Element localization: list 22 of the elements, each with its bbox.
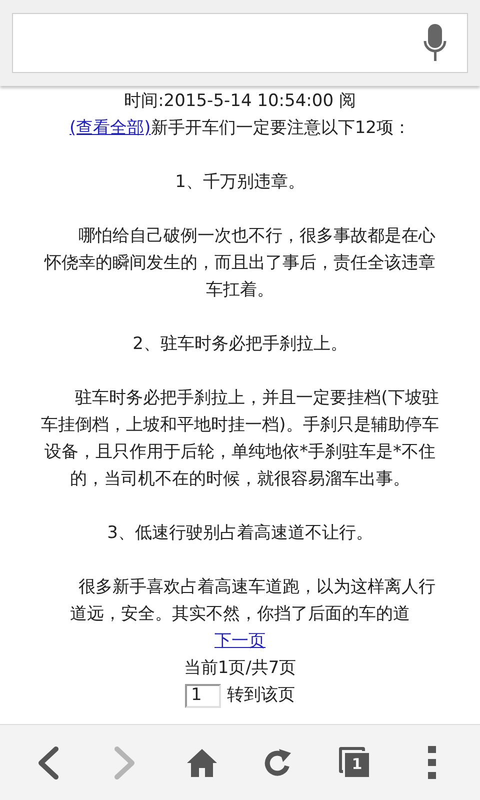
- item-paragraph: 很多新手喜欢占着高速车道跑，以为这样离人行道远，安全。其实不然，你挡了后面的车的道: [69, 576, 436, 626]
- view-all-link[interactable]: (查看全部): [70, 118, 151, 138]
- item-heading: 1、千万别违章。: [175, 171, 305, 194]
- item-paragraph: 哪怕给自己破例一次也不行，很多事故都是在心怀侥幸的瞬间发生的，而且出了事后，责任全该违章车扛着。: [43, 225, 436, 302]
- search-field[interactable]: [12, 13, 468, 73]
- item-heading: 2、驻车时务必把手刹拉上。: [132, 333, 348, 356]
- next-page-link[interactable]: 下一页: [214, 628, 266, 655]
- tab-count: 1: [342, 750, 371, 778]
- intro-text: (查看全部)新手开车们一定要注意以下12项：: [70, 117, 410, 140]
- publish-time: 时间:2015-5-14 10:54:00 阅: [124, 90, 356, 113]
- back-icon: [36, 746, 60, 780]
- go-to-page-label: 转到该页: [227, 684, 295, 707]
- page-info: 当前1页/共7页: [184, 657, 296, 680]
- microphone-icon[interactable]: [423, 24, 447, 62]
- forward-icon: [112, 746, 137, 780]
- page-number-field[interactable]: 1: [185, 684, 221, 708]
- item-paragraph: 驻车时务必把手刹拉上，并且一定要挂档(下坡驻车挂倒档，上坡和平地时挂一档)。手刹只是辅助停车设备，且只作用于后轮，单纯地依*手刹驻车是*不住的，当司机不在的时候，就很容易溜车出事。: [40, 387, 440, 491]
- home-icon: [186, 746, 218, 778]
- item-heading: 3、低速行驶别占着高速道不让行。: [107, 522, 373, 545]
- tabs-button[interactable]: 1: [324, 732, 385, 792]
- menu-icon: [428, 746, 436, 780]
- reload-icon: [263, 746, 294, 778]
